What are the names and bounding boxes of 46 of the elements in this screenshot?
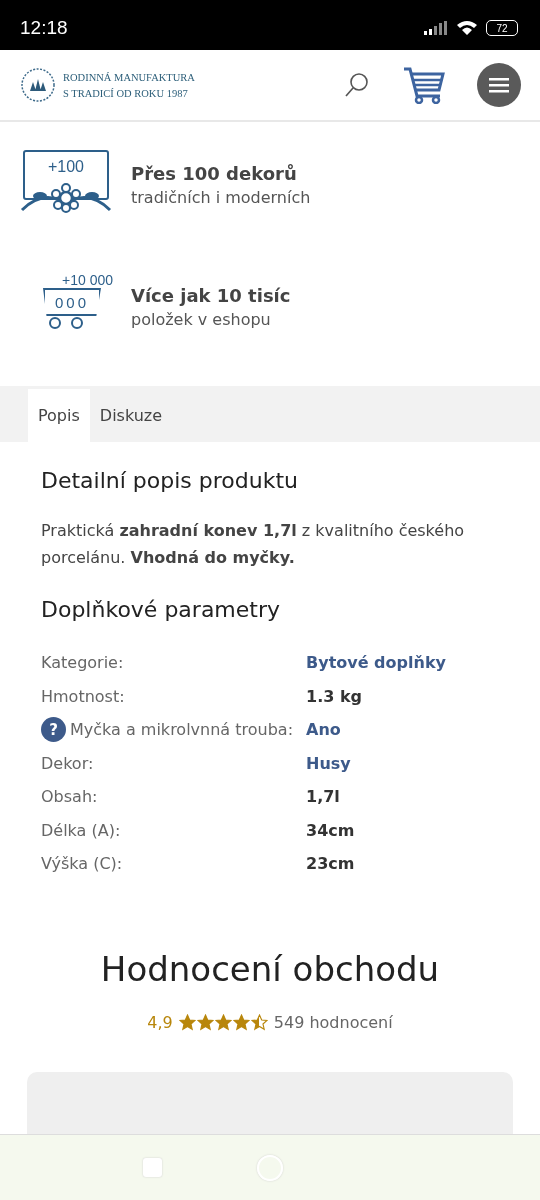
- star-icon: [214, 1013, 232, 1031]
- section-heading: Detailní popis produktu: [41, 468, 300, 493]
- star-icon: [178, 1013, 196, 1031]
- star-icon: [232, 1013, 250, 1031]
- feature-title: Přes 100 dekorů: [131, 163, 298, 184]
- signal-icon: [424, 21, 448, 35]
- rating-score: 4,9: [147, 1012, 173, 1032]
- icon-digits: 000: [55, 293, 89, 311]
- wifi-icon: [456, 20, 478, 36]
- star-icon: [250, 1013, 268, 1031]
- description-text: Praktická zahradní konev 1,7l z kvalitního českého porcelánu. Vhodná do myčky.: [41, 520, 466, 569]
- rating-count: 549 hodnocení: [273, 1012, 393, 1032]
- menu-button[interactable]: [477, 63, 521, 107]
- parameter-label: Dekor:: [41, 753, 94, 773]
- icon-label: +10 000: [62, 272, 113, 288]
- parameter-label: Myčka a mikrolvnná trouba:: [70, 720, 293, 740]
- tab[interactable]: Diskuze: [89, 389, 173, 442]
- parameter-label: Výška (C):: [41, 854, 123, 874]
- clock: 12:18: [20, 17, 68, 39]
- parameter-value: 34cm: [306, 820, 355, 840]
- parameter-link[interactable]: Bytové doplňky: [306, 653, 446, 673]
- feature-subtitle: položek v eshopu: [131, 310, 272, 329]
- star-icon: [196, 1013, 214, 1031]
- parameter-link[interactable]: Husy: [306, 753, 351, 773]
- parameter-label: Obsah:: [41, 787, 98, 807]
- feature-subtitle: tradičních i moderních: [131, 188, 311, 207]
- section-heading: Doplňkové parametry: [41, 597, 281, 622]
- menu-icon: [489, 77, 509, 93]
- parameter-value: 1,7l: [306, 787, 340, 807]
- help-icon[interactable]: ?: [41, 717, 66, 743]
- rating-heading: Hodnocení obchodu: [100, 948, 440, 989]
- cart-icon[interactable]: [403, 66, 445, 104]
- tab[interactable]: Popis: [28, 389, 90, 442]
- brand-tagline: RODINNÁ MANUFAKTURA: [63, 71, 195, 83]
- parameter-value: 23cm: [306, 854, 355, 874]
- feature-title: Více jak 10 tisíc: [131, 285, 291, 306]
- battery-level: 72: [496, 22, 508, 34]
- parameter-label: Hmotnost:: [41, 686, 125, 706]
- icon-label: +100: [47, 158, 84, 177]
- brand-tagline: S TRADICÍ OD ROKU 1987: [63, 87, 189, 99]
- parameter-label: Kategorie:: [41, 653, 124, 673]
- search-icon[interactable]: [343, 71, 371, 99]
- parameter-link[interactable]: Ano: [306, 720, 341, 740]
- logo-icon: [20, 67, 56, 103]
- parameter-value: 1.3 kg: [306, 686, 362, 706]
- parameter-label: Délka (A):: [41, 820, 121, 840]
